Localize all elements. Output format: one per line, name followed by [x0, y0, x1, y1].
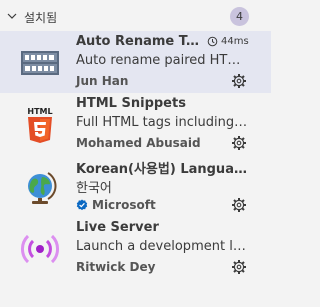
globe-icon [28, 172, 57, 204]
chevron-down-icon[interactable] [6, 10, 18, 22]
extension-item-korean-language-pack[interactable]: Korean(사용법) Language Pack 한국어 Microsoft [0, 155, 271, 217]
gear-icon[interactable] [231, 135, 247, 151]
extension-description: 한국어 [76, 181, 112, 196]
extension-name: Live Server [76, 220, 159, 235]
extensions-installed-panel: 설치됨 4 Auto Rename Tag 44ms Auto rename p… [0, 0, 271, 307]
publisher-name: Microsoft [92, 198, 156, 212]
extension-publisher[interactable]: Ritwick Dey [76, 260, 155, 274]
activation-time-value: 44ms [221, 36, 249, 47]
extension-publisher[interactable]: Jun Han [76, 74, 128, 88]
auto-rename-tag-icon [21, 51, 59, 75]
gear-icon[interactable] [231, 73, 247, 89]
gear-icon[interactable] [231, 259, 247, 275]
extension-publisher[interactable]: Mohamed Abusaid [76, 136, 201, 150]
extension-description: Full HTML tags including HTML5 Snippets [76, 115, 248, 130]
extension-publisher[interactable]: Microsoft [76, 198, 156, 212]
extension-name: Korean(사용법) Language Pack [76, 162, 248, 177]
gear-icon[interactable] [231, 197, 247, 213]
extension-item-auto-rename-tag[interactable]: Auto Rename Tag 44ms Auto rename paired … [0, 31, 271, 93]
history-icon [207, 36, 218, 47]
section-title: 설치됨 [24, 11, 58, 25]
extension-name: HTML Snippets [76, 96, 186, 111]
installed-count-badge: 4 [230, 7, 249, 26]
extension-item-html-snippets[interactable]: HTML HTML Snippets Full HTML tags includ… [0, 93, 271, 155]
svg-text:HTML: HTML [27, 107, 52, 116]
extension-description: Auto rename paired HTML/XML tag [76, 53, 248, 68]
broadcast-icon [21, 234, 59, 264]
verified-badge-icon [76, 199, 88, 211]
activation-time: 44ms [207, 36, 249, 47]
extension-description: Launch a development local Server [76, 239, 248, 254]
extension-name: Auto Rename Tag [76, 34, 201, 49]
html5-icon: HTML [27, 107, 53, 143]
extension-item-live-server[interactable]: Live Server Launch a development local S… [0, 217, 271, 279]
installed-section-header[interactable]: 설치됨 4 [0, 5, 271, 29]
